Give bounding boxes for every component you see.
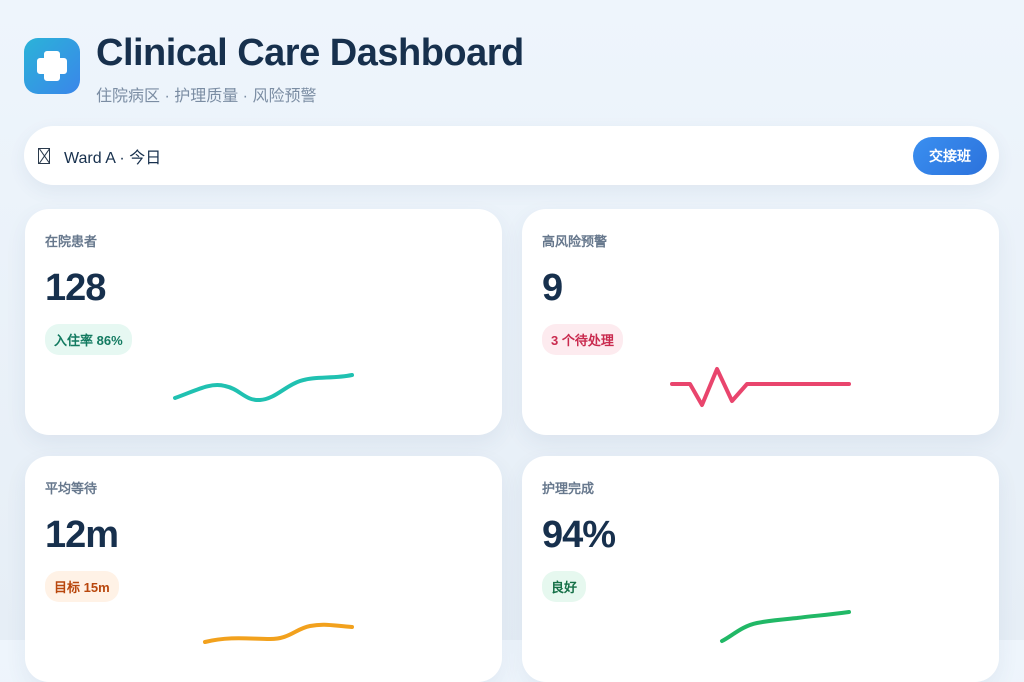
sparkline-chart bbox=[173, 373, 354, 403]
card-value: 128 bbox=[45, 267, 106, 309]
metric-card-inpatients[interactable]: 在院患者 128 入住率 86% bbox=[25, 209, 502, 435]
search-bar[interactable]: Ward A · 今日 交接班 bbox=[24, 126, 999, 185]
medical-cross-icon bbox=[24, 38, 80, 94]
card-badge: 入住率 86% bbox=[45, 324, 132, 355]
card-label: 平均等待 bbox=[45, 481, 98, 496]
metric-card-high-risk[interactable]: 高风险预警 9 3 个待处理 bbox=[522, 209, 999, 435]
card-label: 护理完成 bbox=[542, 481, 595, 496]
sparkline-chart bbox=[720, 610, 851, 643]
card-label: 高风险预警 bbox=[542, 234, 608, 249]
metric-card-average-wait[interactable]: 平均等待 12m 目标 15m bbox=[25, 456, 502, 682]
sparkline-chart bbox=[203, 622, 354, 644]
search-input[interactable]: Ward A · 今日 bbox=[64, 144, 913, 168]
card-badge: 3 个待处理 bbox=[542, 324, 623, 355]
card-value: 94% bbox=[542, 514, 616, 556]
card-value: 9 bbox=[542, 267, 563, 309]
handover-button[interactable]: 交接班 bbox=[913, 136, 987, 175]
search-icon bbox=[38, 147, 50, 164]
card-value: 12m bbox=[45, 514, 119, 556]
page-subtitle: 住院病区 · 护理质量 · 风险预警 bbox=[96, 88, 317, 105]
card-badge: 目标 15m bbox=[45, 571, 119, 602]
card-badge: 良好 bbox=[542, 571, 587, 602]
sparkline-chart bbox=[670, 367, 851, 407]
card-label: 在院患者 bbox=[45, 234, 98, 249]
metric-card-nursing-completion[interactable]: 护理完成 94% 良好 bbox=[522, 456, 999, 682]
header: Clinical Care Dashboard 住院病区 · 护理质量 · 风险… bbox=[24, 30, 524, 106]
page-title: Clinical Care Dashboard bbox=[96, 32, 524, 74]
